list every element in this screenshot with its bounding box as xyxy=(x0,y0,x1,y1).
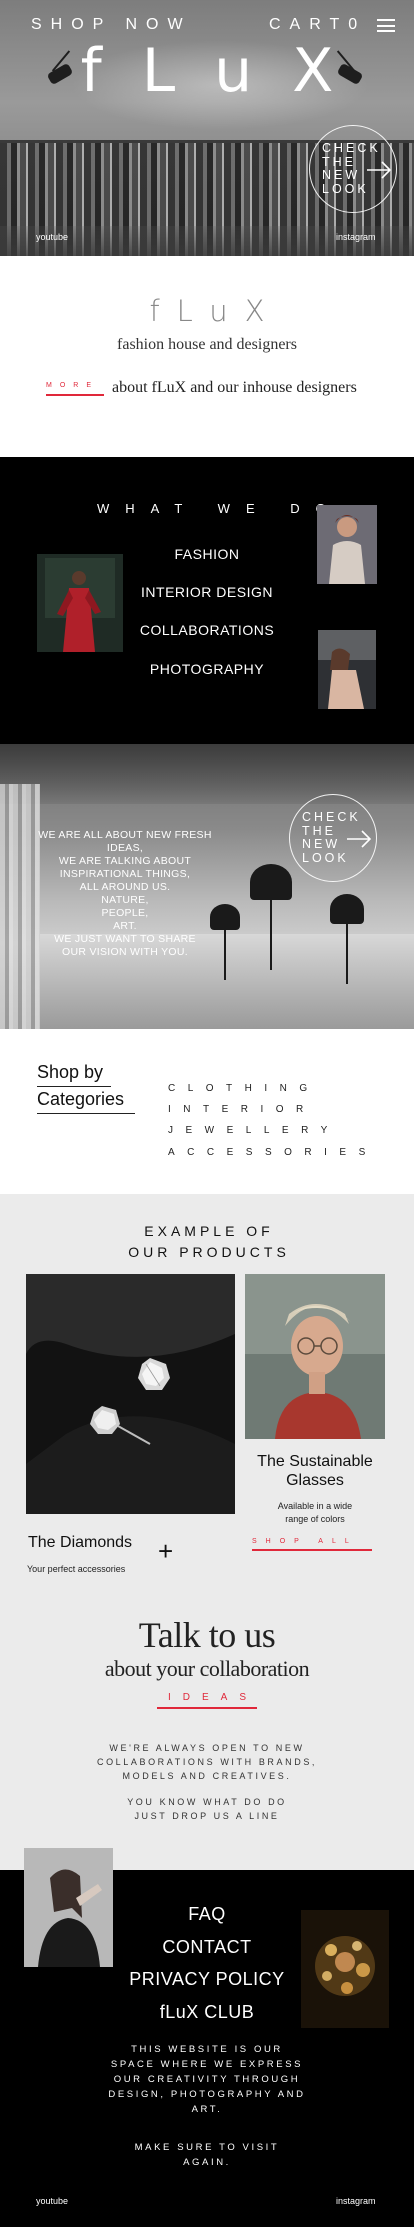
category-jewellery[interactable]: JEWELLERY xyxy=(168,1125,340,1136)
footer-youtube-link[interactable]: youtube xyxy=(36,2196,68,2206)
check-new-look-button-2[interactable]: CHECK THE NEW LOOK xyxy=(289,794,377,882)
what-we-do-title: WHAT WE DO xyxy=(97,501,342,516)
cart-label: CART xyxy=(269,16,349,33)
shop-all-underline xyxy=(252,1549,372,1551)
cart-link[interactable]: CART0 xyxy=(269,16,366,34)
seated-woman-photo xyxy=(318,630,376,709)
youtube-link[interactable]: youtube xyxy=(36,232,68,242)
footer-visit-paragraph: MAKE SURE TO VISIT AGAIN. xyxy=(134,2142,280,2168)
arrow-right-icon xyxy=(367,161,392,179)
arrow-right-icon xyxy=(347,830,372,848)
talk-title: Talk to us xyxy=(138,1615,276,1655)
ideas-link[interactable]: IDEAS xyxy=(0,1692,414,1703)
glasses-subtitle: Available in a wide range of colors xyxy=(277,1501,353,1524)
category-accessories[interactable]: ACCESSORIES xyxy=(168,1147,378,1158)
more-description: about fLuX and our inhouse designers xyxy=(112,379,357,396)
glasses-photo[interactable] xyxy=(245,1274,385,1439)
shop-all-link[interactable]: SHOP ALL xyxy=(252,1538,358,1545)
diamonds-photo[interactable] xyxy=(26,1274,235,1514)
check-new-look-button[interactable]: CHECK THE NEW LOOK xyxy=(309,125,397,213)
products-title-line1: EXAMPLE OF xyxy=(144,1223,274,1239)
talk-subtitle: about your collaboration xyxy=(104,1656,310,1681)
products-title-line2: OUR PRODUCTS xyxy=(128,1244,290,1260)
model-bw-photo xyxy=(24,1848,113,1967)
collab-paragraph: WE'RE ALWAYS OPEN TO NEW COLLABORATIONS … xyxy=(96,1743,318,1781)
category-interior[interactable]: INTERIOR xyxy=(168,1104,316,1115)
hero-section: SHOP NOW CART0 fLuX CHECK THE NEW LOOK y… xyxy=(0,0,414,256)
plus-icon[interactable]: + xyxy=(158,1536,173,1567)
studio-light xyxy=(250,864,292,900)
products-section: EXAMPLE OF OUR PRODUCTS The Diamonds You… xyxy=(0,1194,414,1870)
studio-manifesto: WE ARE ALL ABOUT NEW FRESH IDEAS, WE ARE… xyxy=(38,829,212,958)
intro-brand: fLuX xyxy=(149,294,282,328)
diamonds-subtitle: Your perfect accessories xyxy=(27,1564,126,1574)
studio-light xyxy=(330,894,364,924)
categories-heading: Categories xyxy=(37,1089,125,1109)
intro-subtitle: fashion house and designers xyxy=(117,336,297,353)
ideas-underline xyxy=(157,1707,257,1709)
glasses-name[interactable]: The Sustainable Glasses xyxy=(245,1452,385,1490)
diamonds-name[interactable]: The Diamonds xyxy=(28,1534,132,1552)
menu-icon[interactable] xyxy=(377,19,395,32)
shop-by-heading: Shop by xyxy=(37,1062,104,1082)
model-portrait-photo xyxy=(317,505,377,584)
hero-brand-title: fLuX xyxy=(80,36,374,106)
category-clothing[interactable]: CLOTHING xyxy=(168,1083,320,1094)
bokeh-lights-photo xyxy=(301,1910,389,2028)
cart-count: 0 xyxy=(348,16,367,33)
studio-section: WE ARE ALL ABOUT NEW FRESH IDEAS, WE ARE… xyxy=(0,744,414,1029)
footer-instagram-link[interactable]: instagram xyxy=(336,2196,376,2206)
more-underline xyxy=(46,394,104,396)
what-we-do-section: WHAT WE DO FASHION INTERIOR DESIGN COLLA… xyxy=(0,457,414,744)
contact-paragraph: YOU KNOW WHAT DO DO JUST DROP US A LINE xyxy=(127,1797,287,1821)
footer-about-paragraph: THIS WEBSITE IS OUR SPACE WHERE WE EXPRE… xyxy=(108,2044,306,2115)
red-dress-photo xyxy=(37,554,123,652)
instagram-link[interactable]: instagram xyxy=(336,232,376,242)
shop-now-link[interactable]: SHOP NOW xyxy=(31,16,192,34)
more-link[interactable]: MORE xyxy=(46,382,99,389)
